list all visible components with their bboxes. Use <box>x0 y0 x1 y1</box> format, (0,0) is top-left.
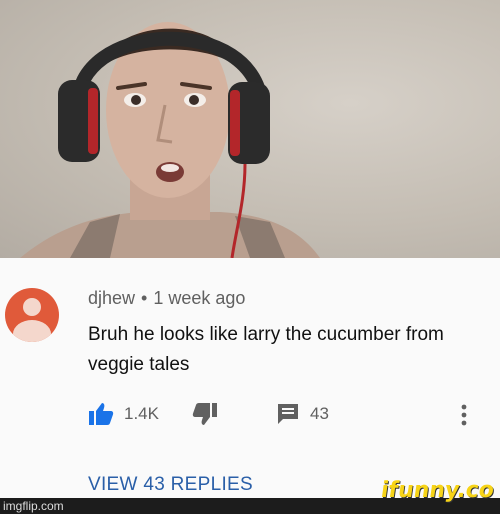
like-count: 1.4K <box>124 404 159 423</box>
comment-time: 1 week ago <box>153 288 246 308</box>
meta-separator: • <box>141 288 148 308</box>
more-options-button[interactable] <box>460 404 468 426</box>
like-button[interactable]: 1.4K <box>88 402 159 426</box>
person-photo <box>20 22 320 258</box>
thumbs-down-icon <box>192 402 218 426</box>
reply-count: 43 <box>310 404 329 423</box>
avatar-head-shape <box>23 298 41 316</box>
avatar[interactable] <box>5 288 59 342</box>
more-vertical-icon <box>460 404 468 426</box>
comment-text: Bruh he looks like larry the cucumber fr… <box>88 324 444 375</box>
video-thumbnail <box>0 0 500 258</box>
comment-author[interactable]: djhew <box>88 288 135 308</box>
comment-actions: 1.4K 43 <box>88 402 488 428</box>
avatar-body-shape <box>13 320 51 342</box>
view-replies-link[interactable]: VIEW 43 REPLIES <box>88 474 253 496</box>
comment-card: djhew • 1 week ago Bruh he looks like larr… <box>0 258 500 498</box>
thumbs-up-icon <box>88 402 114 426</box>
comment-meta: djhew • 1 week ago <box>88 288 245 309</box>
dislike-button[interactable] <box>192 402 218 426</box>
ifunny-watermark: ifunny.co <box>379 478 496 503</box>
imgflip-watermark: imgflip.com <box>3 499 64 513</box>
reply-button[interactable]: 43 <box>276 402 329 426</box>
comment-icon <box>276 402 300 426</box>
